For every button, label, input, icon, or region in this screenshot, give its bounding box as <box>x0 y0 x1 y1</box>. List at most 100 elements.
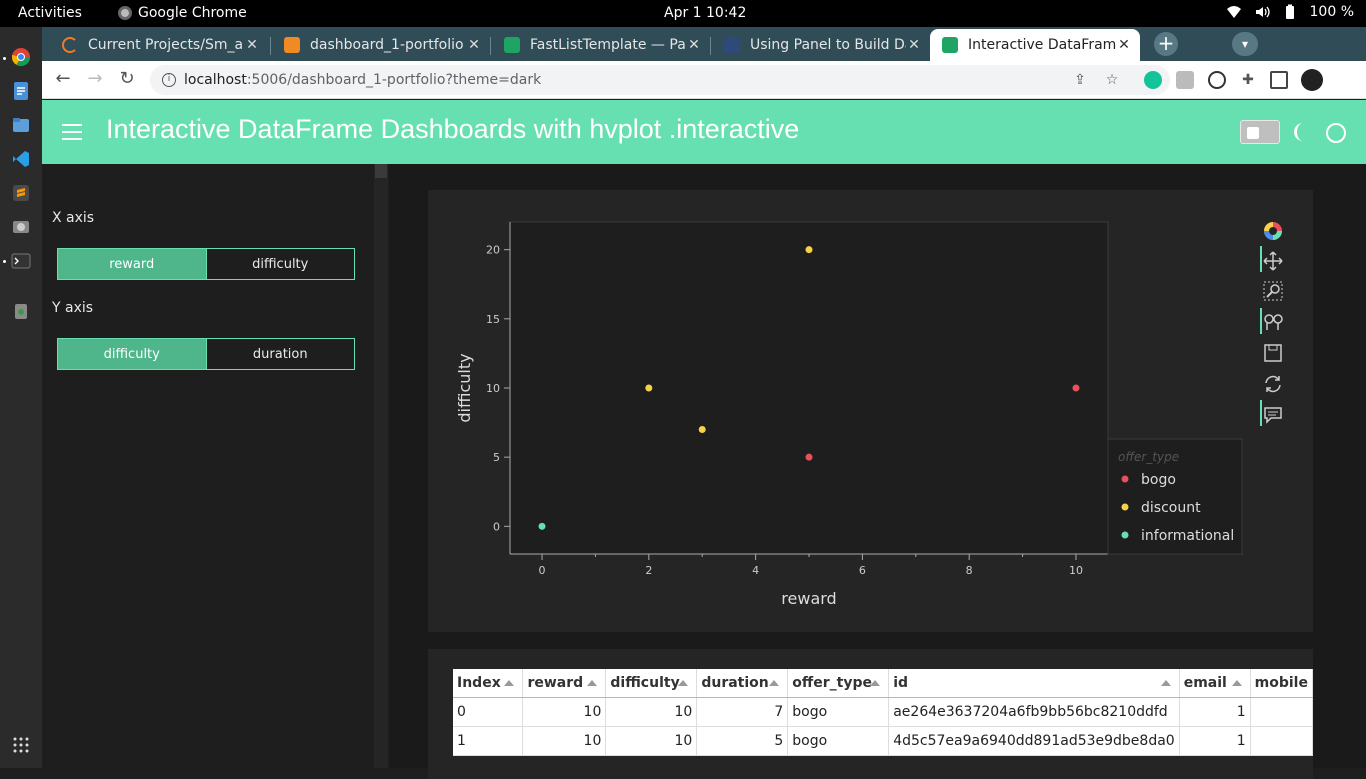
column-header-id[interactable]: id <box>888 669 1180 698</box>
theme-toggle[interactable] <box>1240 120 1280 144</box>
legend-label: bogo <box>1141 472 1176 488</box>
share-icon[interactable]: ⇪ <box>1072 72 1088 88</box>
y-axis-label: Y axis <box>52 300 94 316</box>
new-tab-button[interactable]: + <box>1154 32 1178 56</box>
sort-icon <box>1160 680 1171 686</box>
cell-offer-type[interactable]: bogo <box>787 697 890 727</box>
sidebar-scrollbar[interactable] <box>374 164 388 768</box>
extension-icon[interactable] <box>1176 71 1194 89</box>
system-top-bar: Activities Google Chrome Apr 1 10:42 100… <box>0 0 1366 27</box>
cell-index[interactable]: 0 <box>453 697 524 727</box>
tab-using-panel[interactable]: Using Panel to Build Da ✕ <box>712 29 930 61</box>
close-icon[interactable]: ✕ <box>466 37 482 53</box>
clock[interactable]: Apr 1 10:42 <box>664 5 746 21</box>
cell-offer-type[interactable]: bogo <box>787 726 890 756</box>
y-tick-label: 0 <box>493 520 500 533</box>
y-option-duration[interactable]: duration <box>205 339 354 369</box>
x-option-reward[interactable]: reward <box>58 249 206 279</box>
tab-interactive-dataframe[interactable]: Interactive DataFrame ✕ <box>930 29 1140 61</box>
chrome-small-icon <box>118 6 132 20</box>
y-option-difficulty[interactable]: difficulty <box>58 339 206 369</box>
forward-button[interactable]: → <box>84 69 106 91</box>
back-button[interactable]: ← <box>52 69 74 91</box>
x-option-difficulty[interactable]: difficulty <box>205 249 354 279</box>
moon-icon <box>1294 123 1303 141</box>
bokeh-logo-icon[interactable] <box>1262 220 1284 242</box>
main-content: 0 2 4 6 8 10 0 5 10 15 20 reward difficulty offer_ty… <box>389 164 1366 779</box>
screenshot-icon[interactable] <box>11 217 31 237</box>
cell-reward[interactable]: 10 <box>522 697 607 727</box>
column-header-duration[interactable]: duration <box>696 669 789 698</box>
side-panel-icon[interactable] <box>1270 71 1288 89</box>
cell-mobile[interactable] <box>1250 697 1314 727</box>
cell-index[interactable]: 1 <box>453 726 524 756</box>
x-tick-label: 6 <box>859 564 866 577</box>
x-axis-label: X axis <box>52 210 95 226</box>
column-header-index[interactable]: Index <box>453 669 524 698</box>
sort-icon <box>870 680 881 686</box>
reset-tool-icon[interactable] <box>1262 373 1284 395</box>
cell-duration[interactable]: 7 <box>696 697 789 727</box>
column-header-reward[interactable]: reward <box>522 669 607 698</box>
wheel-zoom-tool-icon[interactable] <box>1262 311 1284 333</box>
trash-icon[interactable] <box>11 301 31 321</box>
profile-avatar[interactable] <box>1301 69 1323 91</box>
close-icon[interactable]: ✕ <box>686 37 702 53</box>
grammarly-extension-icon[interactable] <box>1144 71 1162 89</box>
browser-toolbar: ← → ↻ i localhost:5006/dashboard_1-portf… <box>42 61 1366 99</box>
reload-button[interactable]: ↻ <box>116 69 138 91</box>
legend-label: discount <box>1141 500 1201 516</box>
hover-tool-icon[interactable] <box>1262 404 1284 426</box>
pan-tool-icon[interactable] <box>1262 250 1284 272</box>
show-apps-icon[interactable] <box>11 735 31 755</box>
address-bar[interactable]: i localhost:5006/dashboard_1-portfolio?t… <box>150 65 1170 95</box>
cell-difficulty[interactable]: 10 <box>605 726 698 756</box>
text-editor-icon[interactable] <box>11 81 31 101</box>
vscode-icon[interactable] <box>11 149 31 169</box>
extensions-puzzle-icon[interactable]: ✚ <box>1240 72 1256 88</box>
cell-reward[interactable]: 10 <box>522 726 607 756</box>
column-header-email[interactable]: email <box>1179 669 1251 698</box>
close-icon[interactable]: ✕ <box>244 37 260 53</box>
table-row[interactable]: 0 10 10 7 bogo ae264e3637204a6fb9bb56bc8… <box>453 697 1314 727</box>
tab-current-projects[interactable]: Current Projects/Sm_a ✕ <box>50 29 268 61</box>
tab-search-button[interactable]: ▾ <box>1232 32 1258 56</box>
x-tick-label: 0 <box>539 564 546 577</box>
close-icon[interactable]: ✕ <box>906 37 922 53</box>
cell-id[interactable]: ae264e3637204a6fb9bb56bc8210ddfd <box>888 697 1180 727</box>
cell-id[interactable]: 4d5c57ea9a6940dd891ad53e9dbe8da0 <box>888 726 1180 756</box>
files-icon[interactable] <box>11 115 31 135</box>
y-axis-radio-group: difficulty duration <box>57 338 355 370</box>
tab-fastlisttemplate[interactable]: FastListTemplate — Pa ✕ <box>492 29 710 61</box>
y-tick-label: 5 <box>493 451 500 464</box>
info-icon[interactable]: i <box>162 73 176 87</box>
activities-button[interactable]: Activities <box>18 5 82 21</box>
cell-email[interactable]: 1 <box>1179 697 1251 727</box>
data-point-discount <box>805 246 813 254</box>
sync-extension-icon[interactable] <box>1208 71 1226 89</box>
y-tick-label: 20 <box>486 244 500 257</box>
cell-mobile[interactable] <box>1250 726 1314 756</box>
box-zoom-tool-icon[interactable] <box>1262 280 1284 302</box>
terminal-icon[interactable] <box>11 251 31 271</box>
cell-email[interactable]: 1 <box>1179 726 1251 756</box>
system-tray[interactable]: 100 % <box>1226 4 1354 20</box>
close-icon[interactable]: ✕ <box>1116 37 1132 53</box>
sort-icon <box>769 680 780 686</box>
column-header-difficulty[interactable]: difficulty <box>605 669 698 698</box>
sort-icon <box>587 680 598 686</box>
tab-dashboard-portfolio[interactable]: dashboard_1-portfolio ✕ <box>272 29 490 61</box>
cell-duration[interactable]: 5 <box>696 726 789 756</box>
cell-difficulty[interactable]: 10 <box>605 697 698 727</box>
scatter-plot[interactable]: 0 2 4 6 8 10 0 5 10 15 20 reward difficulty offer_ty… <box>428 190 1313 632</box>
url-text[interactable]: localhost:5006/dashboard_1-portfolio?the… <box>184 72 541 88</box>
menu-icon[interactable] <box>62 124 82 140</box>
save-tool-icon[interactable] <box>1262 342 1284 364</box>
bookmark-star-icon[interactable]: ☆ <box>1104 72 1120 88</box>
sublime-icon[interactable] <box>11 183 31 203</box>
column-header-mobile[interactable]: mobile <box>1250 669 1314 698</box>
table-row[interactable]: 1 10 10 5 bogo 4d5c57ea9a6940dd891ad53e9… <box>453 726 1314 756</box>
column-header-offer-type[interactable]: offer_type <box>787 669 890 698</box>
chrome-icon[interactable] <box>11 47 31 67</box>
app-menu[interactable]: Google Chrome <box>118 5 247 21</box>
